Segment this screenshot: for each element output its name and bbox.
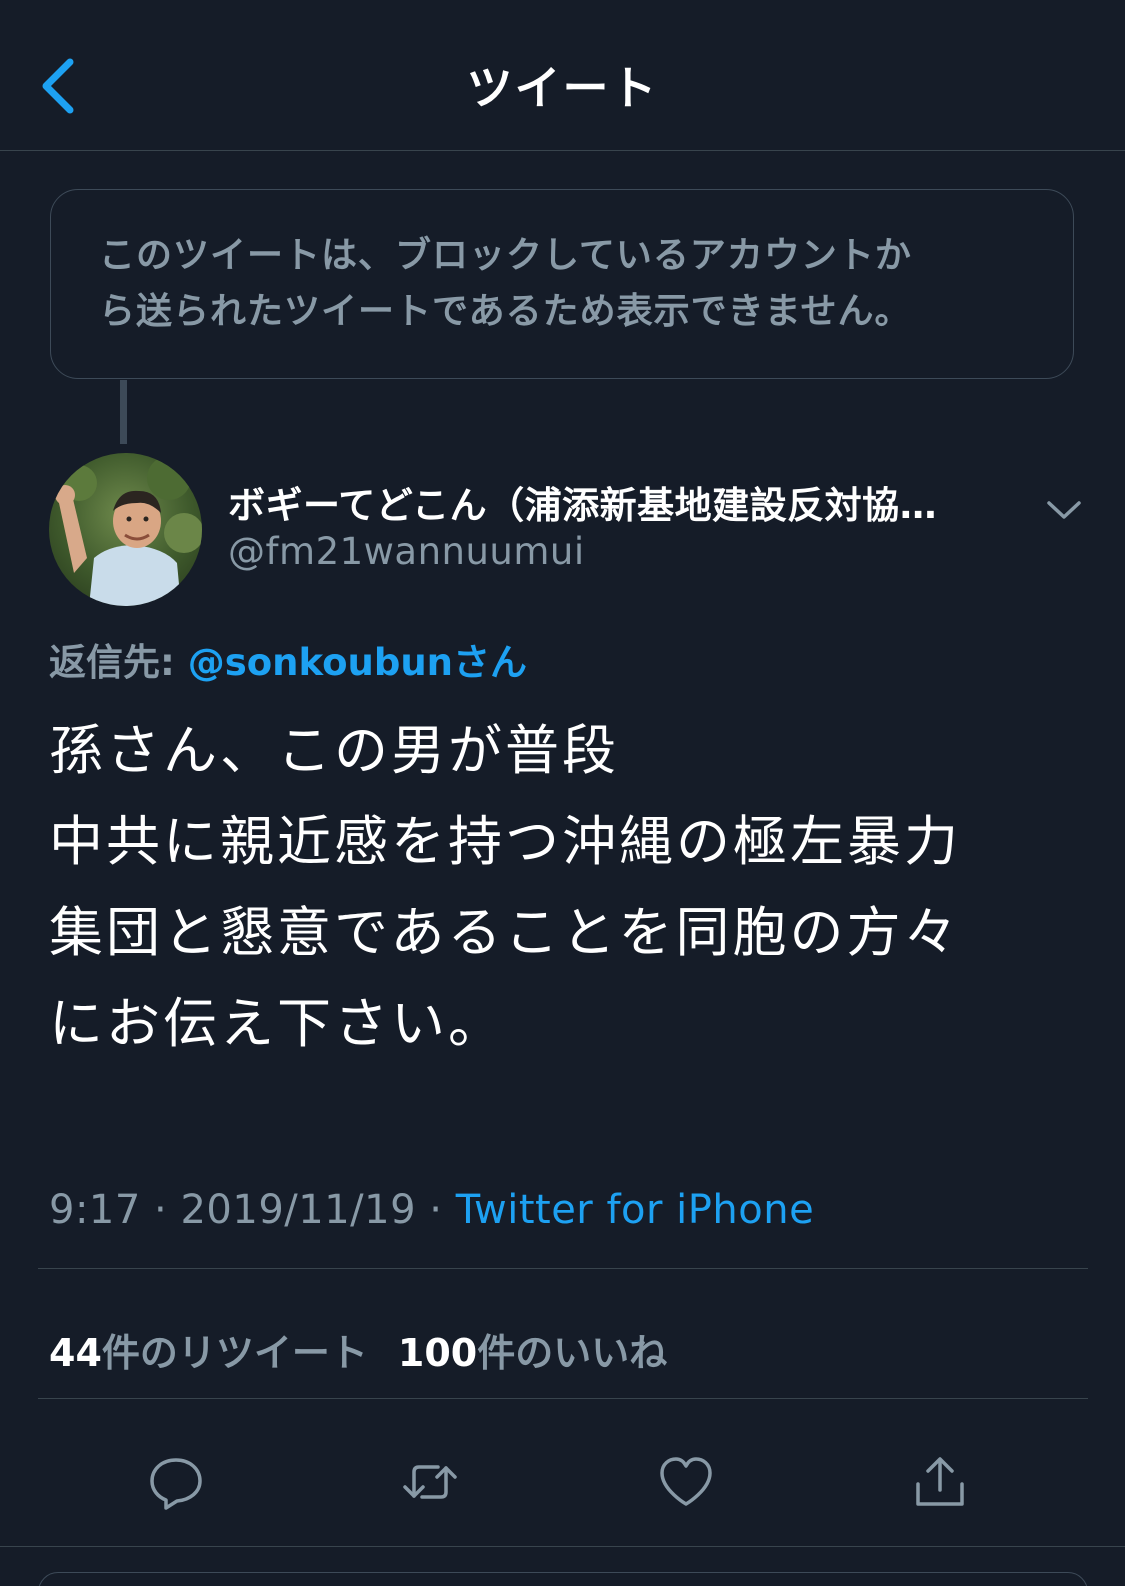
retweets-count: 44 (49, 1331, 102, 1375)
page-title: ツイート (466, 61, 659, 115)
blocked-tweet-notice: このツイートは、ブロックしているアカウントか ら送られたツイートであるため表示で… (50, 189, 1074, 379)
tweet-text-line: にお伝え下さい。 (49, 992, 505, 1055)
tweet-text-line: 集団と懇意であることを同胞の方々 (49, 901, 961, 964)
tweet-options-chevron-down-icon[interactable] (1045, 495, 1083, 523)
divider (0, 1546, 1125, 1547)
likes-stat[interactable]: 100件のいいね (398, 1331, 667, 1375)
engagement-stats: 44件のリツイート 100件のいいね (49, 1322, 667, 1377)
reply-to-line: 返信先: @sonkoubunさん (49, 632, 527, 686)
author-display-name[interactable]: ボギーてどこん（浦添新基地建設反対協… (228, 475, 1028, 529)
meta-separator: · (140, 1187, 181, 1233)
meta-separator: · (416, 1187, 456, 1233)
blocked-notice-line-1: このツイートは、ブロックしているアカウントか (99, 235, 912, 276)
tweet-text: 孫さん、この男が普段 中共に親近感を持つ沖縄の極左暴力 集団と懇意であることを同… (49, 705, 1089, 1069)
reply-to-prefix: 返信先: (49, 641, 188, 684)
retweets-stat[interactable]: 44件のリツイート (49, 1331, 368, 1375)
tweet-source-link[interactable]: Twitter for iPhone (456, 1187, 815, 1233)
likes-count: 100 (397, 1331, 478, 1375)
divider (38, 1398, 1088, 1399)
navigation-bar: ツイート (0, 0, 1125, 151)
reply-to-mention-link[interactable]: @sonkoubunさん (188, 641, 527, 684)
blocked-notice-line-2: ら送られたツイートであるため表示できません。 (99, 291, 912, 332)
tweet-detail-screen: ツイート このツイートは、ブロックしているアカウントか ら送られたツイートである… (0, 0, 1125, 1586)
author-handle[interactable]: @fm21wannuumui (228, 530, 585, 573)
thread-connector-line (120, 380, 127, 444)
likes-label: 件のいいね (477, 1331, 668, 1375)
tweet-time: 9:17 (49, 1187, 141, 1233)
next-blocked-notice-card (38, 1572, 1088, 1586)
avatar[interactable] (49, 453, 202, 606)
share-icon[interactable] (910, 1452, 970, 1512)
reply-icon[interactable] (146, 1452, 206, 1512)
divider (38, 1268, 1088, 1269)
tweet-metadata: 9:17 · 2019/11/19 · Twitter for iPhone (49, 1187, 814, 1233)
tweet-date: 2019/11/19 (180, 1187, 417, 1233)
retweets-label: 件のリツイート (101, 1331, 368, 1375)
tweet-text-line: 中共に親近感を持つ沖縄の極左暴力 (49, 810, 961, 873)
retweet-icon[interactable] (400, 1452, 460, 1512)
tweet-text-line: 孫さん、この男が普段 (49, 719, 619, 782)
like-heart-icon[interactable] (656, 1452, 716, 1512)
